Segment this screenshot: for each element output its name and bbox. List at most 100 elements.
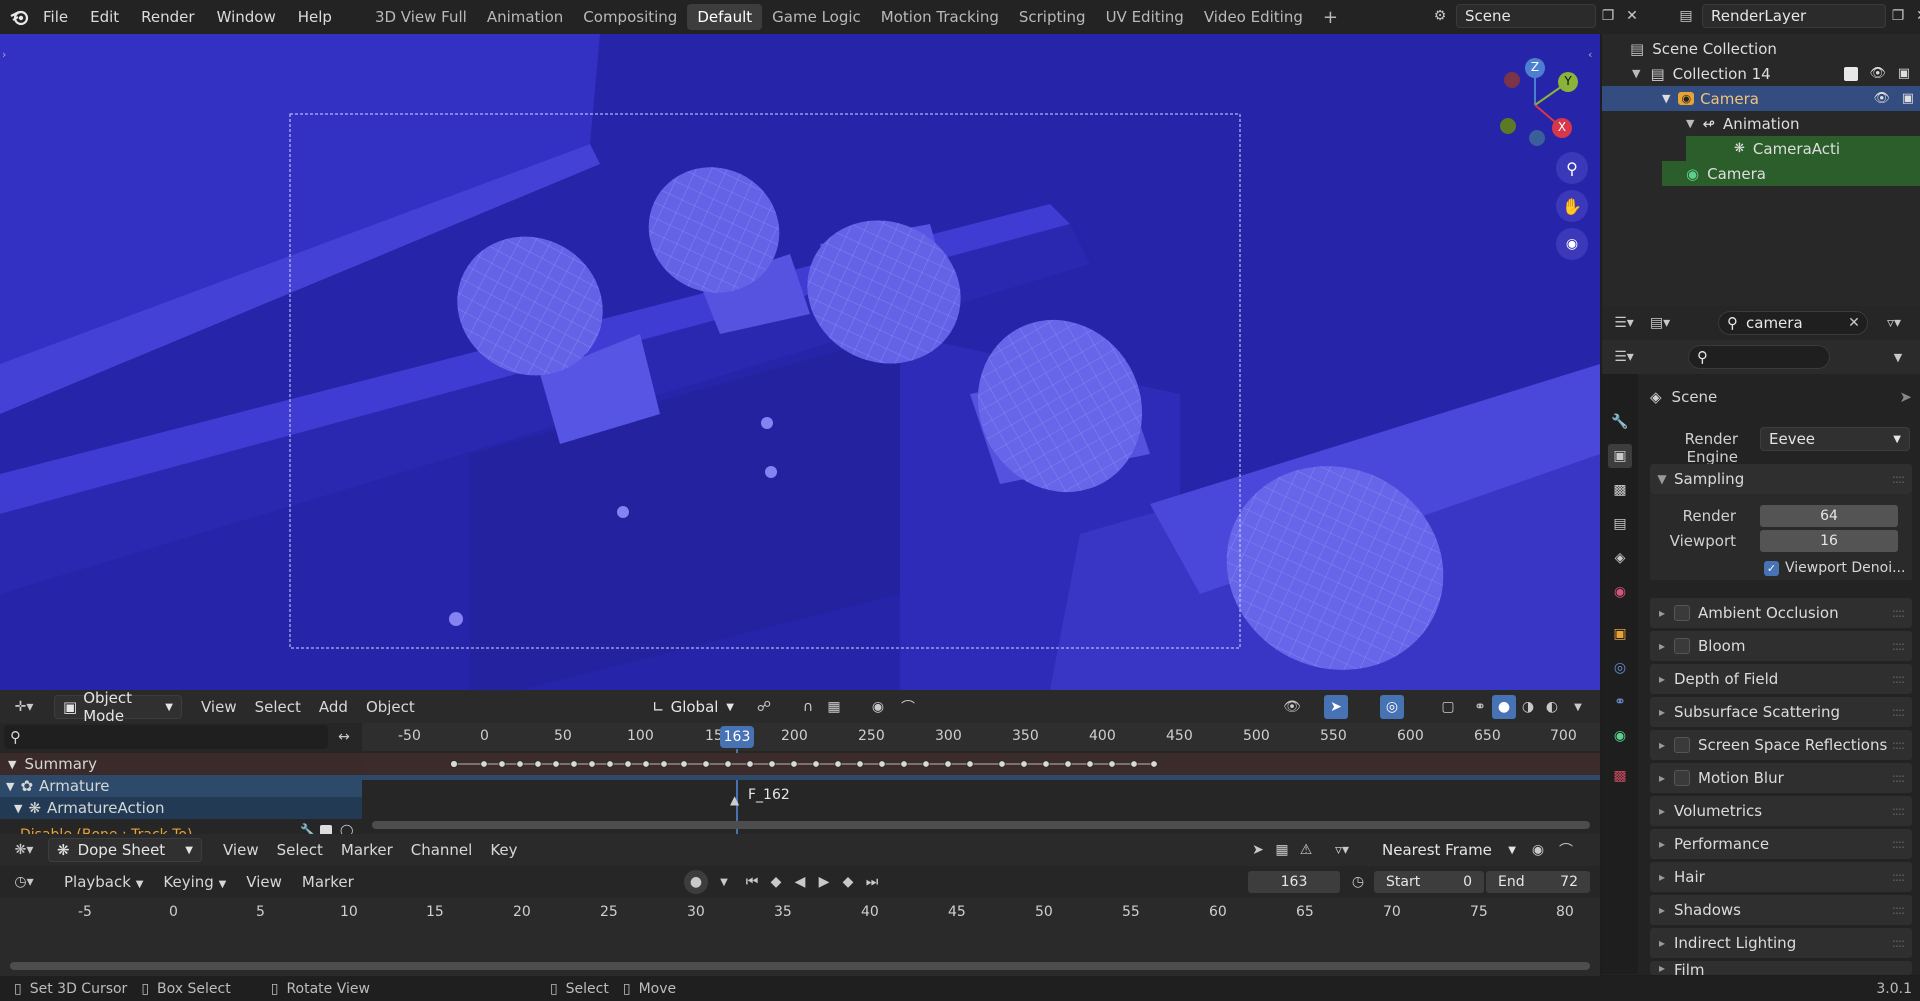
texture-tab-icon[interactable]: ▩ (1608, 764, 1632, 788)
3d-viewport[interactable]: Z Y X ⚲ ✋ ◉ › ‹ (0, 34, 1600, 690)
dopesheet-menu-view[interactable]: View (214, 841, 268, 859)
menu-window[interactable]: Window (206, 8, 287, 26)
viewport-menu-select[interactable]: Select (246, 698, 310, 716)
viewport-samples-field[interactable]: 16 (1760, 530, 1898, 552)
keying-chevron-icon[interactable]: ▼ (712, 870, 736, 894)
scene-selector-icon[interactable]: ⚙ (1428, 4, 1452, 28)
tab-default[interactable]: Default (687, 4, 763, 30)
shading-wireframe-icon[interactable]: ⚭ (1468, 695, 1492, 719)
dopesheet-menu-channel[interactable]: Channel (402, 841, 482, 859)
clear-search-icon[interactable]: ✕ (1842, 311, 1866, 335)
marker-label[interactable]: F_162 (748, 787, 790, 803)
timeline-menu-marker[interactable]: Marker (292, 873, 364, 891)
subsurface-scattering-panel[interactable]: ▸ Subsurface Scattering:::: (1650, 697, 1912, 727)
expand-triangle-icon[interactable]: ▼ (14, 802, 22, 815)
frame-ruler[interactable]: -50 0 50 100 15 200 250 300 350 400 450 … (362, 723, 1600, 751)
drag-handle-icon[interactable]: :::: (1892, 771, 1905, 785)
ambient-occlusion-checkbox[interactable] (1674, 605, 1690, 621)
tab-3d-view-full[interactable]: 3D View Full (365, 4, 477, 30)
editor-type-icon[interactable]: ❋▾ (12, 838, 36, 862)
errors-icon[interactable]: ⚠ (1294, 838, 1318, 862)
collapse-toolbar-icon[interactable]: › (2, 48, 6, 61)
object-tab-icon[interactable]: ▣ (1608, 622, 1632, 646)
add-workspace-button[interactable]: + (1313, 3, 1348, 32)
tab-compositing[interactable]: Compositing (573, 4, 687, 30)
overlays-icon[interactable]: ◎ (1380, 695, 1404, 719)
render-samples-field[interactable]: 64 (1760, 505, 1898, 527)
render-camera-icon[interactable]: ▣ (1898, 66, 1910, 81)
eye-icon[interactable]: 👁 (1873, 91, 1890, 106)
render-engine-dropdown[interactable]: Eevee ▼ (1760, 427, 1910, 451)
shadows-panel[interactable]: ▸ Shadows:::: (1650, 895, 1912, 925)
timeline-ruler[interactable]: -5 0 5 10 15 20 25 30 35 40 45 50 55 60 … (0, 898, 1600, 922)
proportional-edit-icon[interactable]: ◉ (1526, 838, 1550, 862)
viewport-menu-add[interactable]: Add (310, 698, 357, 716)
dopesheet-menu-marker[interactable]: Marker (332, 841, 402, 859)
drag-handle-icon[interactable]: :::: (1892, 903, 1905, 917)
dopesheet-scrollbar[interactable] (372, 821, 1590, 829)
tab-uv-editing[interactable]: UV Editing (1096, 4, 1194, 30)
tab-motion-tracking[interactable]: Motion Tracking (871, 4, 1009, 30)
drag-handle-icon[interactable]: :::: (1892, 705, 1905, 719)
hair-panel[interactable]: ▸ Hair:::: (1650, 862, 1912, 892)
delete-scene-icon[interactable]: ✕ (1620, 4, 1644, 28)
menu-help[interactable]: Help (287, 8, 343, 26)
motion-blur-panel[interactable]: ▸ Motion Blur:::: (1650, 763, 1912, 793)
swap-channels-icon[interactable]: ↔ (332, 725, 356, 749)
menu-edit[interactable]: Edit (79, 8, 130, 26)
drag-handle-icon[interactable]: :::: (1892, 837, 1905, 851)
bloom-panel[interactable]: ▸ Bloom:::: (1650, 631, 1912, 661)
drag-handle-icon[interactable]: :::: (1892, 804, 1905, 818)
xray-icon[interactable]: ▢ (1436, 695, 1460, 719)
visibility-icon[interactable]: 👁 (1280, 695, 1304, 719)
world-tab-icon[interactable]: ◉ (1608, 580, 1632, 604)
drag-handle-icon[interactable]: :::: (1892, 472, 1905, 486)
show-hidden-icon[interactable]: ▦ (1270, 838, 1294, 862)
marker-triangle-icon[interactable]: ▲ (730, 793, 739, 807)
transform-orientation-dropdown[interactable]: ∟ Global ▼ (644, 695, 742, 719)
timeline-menu-view[interactable]: View (236, 873, 292, 891)
dope-sheet-editor[interactable]: ⚲ ↔ -50 0 50 100 15 200 250 300 350 400 … (0, 723, 1600, 841)
expand-triangle-icon[interactable]: ▼ (6, 780, 14, 793)
expand-triangle-icon[interactable]: ▼ (1662, 92, 1670, 105)
outliner-animation[interactable]: ▼ ↫ Animation (1686, 111, 1916, 136)
summary-keyframes[interactable] (362, 753, 1600, 775)
timeline-scrollbar[interactable] (10, 962, 1590, 970)
channel-search-input[interactable]: ⚲ (4, 725, 328, 749)
viewport-menu-object[interactable]: Object (357, 698, 424, 716)
shading-material-icon[interactable]: ◑ (1516, 695, 1540, 719)
tool-tab-icon[interactable]: 🔧 (1608, 410, 1632, 434)
render-camera-icon[interactable]: ▣ (1902, 91, 1914, 106)
sampling-panel-header[interactable]: ▼ Sampling :::: (1650, 464, 1912, 494)
jump-start-icon[interactable]: ⏮ (740, 870, 764, 894)
camera-view-icon[interactable]: ◉ (1556, 228, 1588, 260)
outliner-scene-collection[interactable]: ▤ Scene Collection (1630, 36, 1910, 61)
next-keyframe-icon[interactable]: ◆ (836, 870, 860, 894)
snap-icon[interactable]: ∩ (796, 695, 820, 719)
output-tab-icon[interactable]: ▩ (1608, 478, 1632, 502)
channel-armature[interactable]: ▼ ✿ Armature (0, 775, 362, 797)
bloom-checkbox[interactable] (1674, 638, 1690, 654)
dopesheet-menu-key[interactable]: Key (481, 841, 526, 859)
tab-scripting[interactable]: Scripting (1009, 4, 1096, 30)
indirect-lighting-panel[interactable]: ▸ Indirect Lighting:::: (1650, 928, 1912, 958)
shading-solid-icon[interactable]: ● (1492, 695, 1516, 719)
depth-of-field-panel[interactable]: ▸ Depth of Field:::: (1650, 664, 1912, 694)
prev-keyframe-icon[interactable]: ◆ (764, 870, 788, 894)
current-frame-field[interactable]: 163 (1248, 871, 1340, 893)
drag-handle-icon[interactable]: :::: (1892, 936, 1905, 950)
shading-rendered-icon[interactable]: ◐ (1540, 695, 1564, 719)
play-icon[interactable]: ▶ (812, 870, 836, 894)
film-panel[interactable]: ▸ Film (1650, 961, 1912, 975)
tab-animation[interactable]: Animation (477, 4, 573, 30)
channel-summary[interactable]: ▼ Summary (0, 753, 362, 775)
screen-space-reflections-panel[interactable]: ▸ Screen Space Reflections:::: (1650, 730, 1912, 760)
view-layer-field[interactable]: RenderLayer (1702, 4, 1886, 28)
current-frame-indicator[interactable]: 163 (720, 726, 754, 748)
gizmo-toggle-icon[interactable]: ➤ (1324, 695, 1348, 719)
tab-game-logic[interactable]: Game Logic (762, 4, 871, 30)
zoom-icon[interactable]: ⚲ (1556, 152, 1588, 184)
filter-icon[interactable]: ▿▾ (1882, 311, 1906, 335)
expand-triangle-icon[interactable]: ▼ (1632, 67, 1640, 80)
volumetrics-panel[interactable]: ▸ Volumetrics:::: (1650, 796, 1912, 826)
